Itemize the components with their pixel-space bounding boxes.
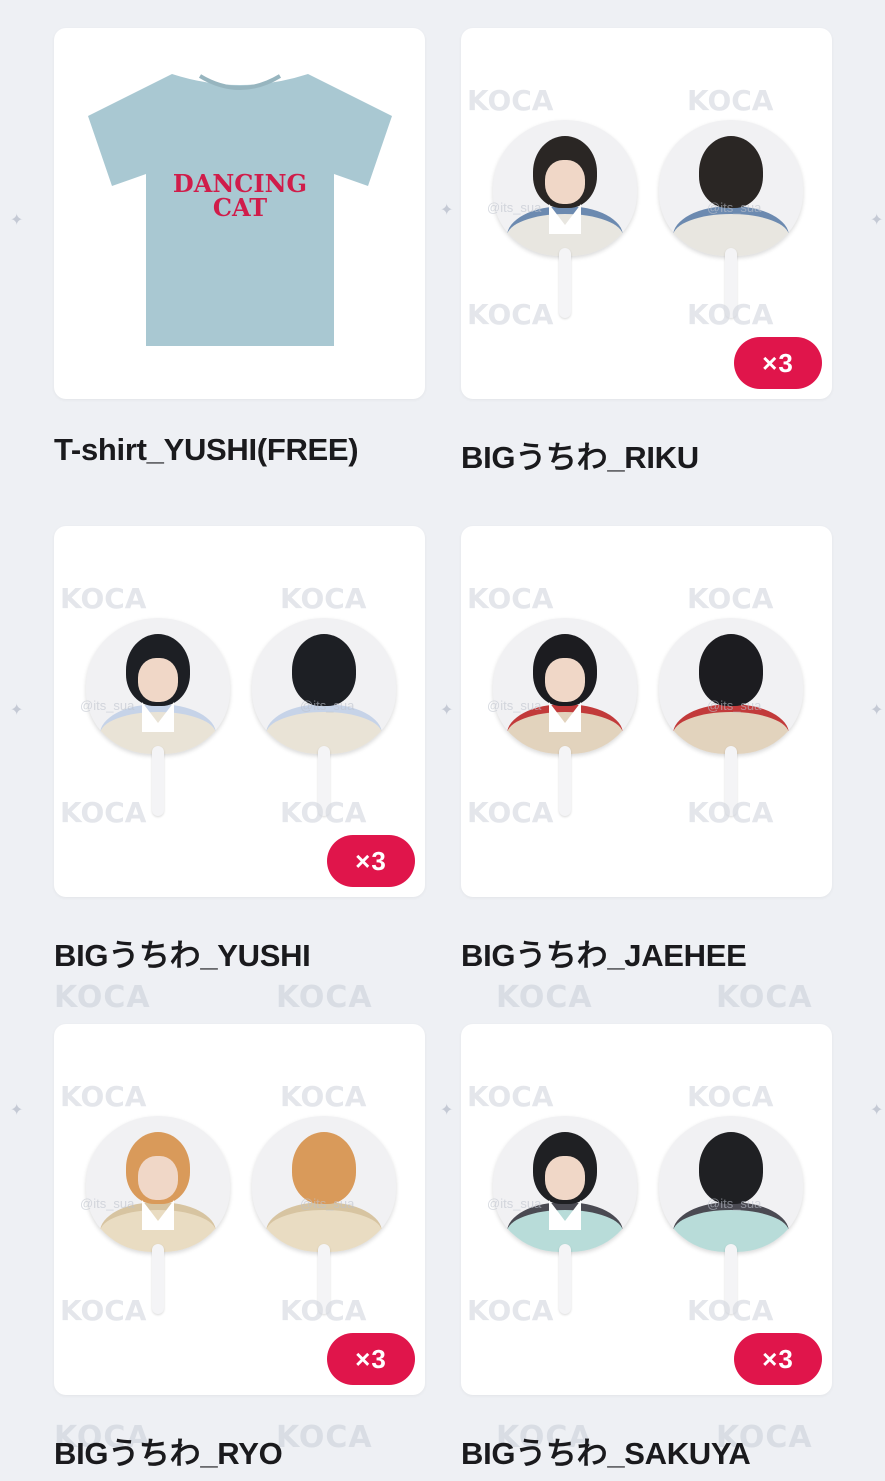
watermark-text: KOCA xyxy=(280,1080,367,1113)
watermark-text: KOCA xyxy=(687,298,774,331)
hair xyxy=(699,1132,763,1204)
sparkle-icon: ✦ xyxy=(10,212,24,229)
hair xyxy=(292,1132,356,1204)
face xyxy=(545,1156,585,1200)
fan-disc xyxy=(252,618,396,754)
quantity-badge: ×3 xyxy=(734,337,822,389)
fan-back-image xyxy=(659,1116,803,1316)
watermark-text: KOCA xyxy=(467,298,554,331)
fan-disc xyxy=(659,618,803,754)
product-image[interactable]: DANCING CAT xyxy=(54,28,425,399)
hair xyxy=(292,634,356,706)
watermark-handle: @its_sua xyxy=(300,1196,355,1211)
quantity-badge: ×3 xyxy=(327,1333,415,1385)
product-card[interactable]: DANCING CAT T-shirt_YUSHI(FREE) xyxy=(54,28,425,526)
tshirt-image: DANCING CAT xyxy=(88,74,392,346)
product-card[interactable]: KOCA KOCA KOCA KOCA @its_sua @its_sua ×3 BIGうち… xyxy=(54,526,425,1024)
product-name[interactable]: T-shirt_YUSHI(FREE) xyxy=(54,432,359,468)
sparkle-icon: ✦ xyxy=(10,1102,24,1119)
watermark-text: KOCA xyxy=(467,1080,554,1113)
face xyxy=(138,658,178,702)
hair xyxy=(699,136,763,208)
product-card[interactable]: KOCA KOCA KOCA KOCA @its_sua @its_sua ×3 BIGうち… xyxy=(54,1024,425,1481)
quantity-badge: ×3 xyxy=(327,835,415,887)
watermark-handle: @its_sua xyxy=(80,1196,135,1211)
watermark-handle: @its_sua xyxy=(707,698,762,713)
watermark-text: KOCA xyxy=(280,1294,367,1327)
fan-front-image xyxy=(86,618,230,818)
sparkle-icon: ✦ xyxy=(870,702,884,719)
product-name[interactable]: BIGうちわ_RYO xyxy=(54,1428,283,1473)
fan-handle xyxy=(559,1244,571,1314)
watermark-text: KOCA xyxy=(467,84,554,117)
product-image[interactable]: KOCA KOCA KOCA KOCA @its_sua @its_sua ×3 xyxy=(54,526,425,897)
fan-handle xyxy=(559,248,571,318)
face xyxy=(138,1156,178,1200)
shirt-print-line2: CAT xyxy=(213,193,267,222)
watermark-text: KOCA xyxy=(280,796,367,829)
face xyxy=(545,160,585,204)
watermark-handle: @its_sua xyxy=(487,1196,542,1211)
fan-disc xyxy=(86,618,230,754)
sparkle-icon: ✦ xyxy=(870,212,884,229)
fan-handle xyxy=(152,1244,164,1314)
product-name[interactable]: BIGうちわ_RIKU xyxy=(461,432,699,477)
watermark-text: KOCA xyxy=(687,84,774,117)
product-card[interactable]: KOCA KOCA KOCA KOCA @its_sua @its_sua ×3 BIGうち… xyxy=(461,1024,832,1481)
watermark-text: KOCA xyxy=(60,1294,147,1327)
fan-back-image xyxy=(659,618,803,818)
sparkle-icon: ✦ xyxy=(10,702,24,719)
fan-disc xyxy=(252,1116,396,1252)
fan-disc xyxy=(659,120,803,256)
product-card[interactable]: KOCA KOCA KOCA KOCA @its_sua @its_sua ×3 BIGうち… xyxy=(461,28,832,526)
fan-front-image xyxy=(493,1116,637,1316)
watermark-text: KOCA xyxy=(280,582,367,615)
watermark-text: KOCA xyxy=(467,582,554,615)
watermark-handle: @its_sua xyxy=(707,1196,762,1211)
fan-back-image xyxy=(659,120,803,320)
fan-handle xyxy=(152,746,164,816)
fan-disc xyxy=(86,1116,230,1252)
face xyxy=(545,658,585,702)
watermark-handle: @its_sua xyxy=(487,200,542,215)
sparkle-icon: ✦ xyxy=(870,1102,884,1119)
watermark-handle: @its_sua xyxy=(487,698,542,713)
fan-back-image xyxy=(252,1116,396,1316)
watermark-text: KOCA xyxy=(687,1080,774,1113)
watermark-text: KOCA xyxy=(60,1080,147,1113)
product-card[interactable]: KOCA KOCA KOCA KOCA @its_sua @its_sua BIGうちわ_… xyxy=(461,526,832,1024)
product-name[interactable]: BIGうちわ_JAEHEE xyxy=(461,930,747,975)
watermark-text: KOCA xyxy=(467,796,554,829)
product-image[interactable]: KOCA KOCA KOCA KOCA @its_sua @its_sua ×3 xyxy=(461,1024,832,1395)
quantity-badge: ×3 xyxy=(734,1333,822,1385)
watermark-handle: @its_sua xyxy=(80,698,135,713)
product-name[interactable]: BIGうちわ_YUSHI xyxy=(54,930,311,975)
watermark-text: KOCA xyxy=(60,582,147,615)
fan-disc xyxy=(493,1116,637,1252)
fan-back-image xyxy=(252,618,396,818)
product-grid: DANCING CAT T-shirt_YUSHI(FREE) KOCA KOCA… xyxy=(54,28,832,1481)
fan-disc xyxy=(493,618,637,754)
product-image[interactable]: KOCA KOCA KOCA KOCA @its_sua @its_sua ×3 xyxy=(54,1024,425,1395)
product-name[interactable]: BIGうちわ_SAKUYA xyxy=(461,1428,751,1473)
watermark-text: KOCA xyxy=(60,796,147,829)
watermark-text: KOCA xyxy=(687,582,774,615)
fan-disc xyxy=(659,1116,803,1252)
fan-handle xyxy=(559,746,571,816)
fan-disc xyxy=(493,120,637,256)
watermark-handle: @its_sua xyxy=(707,200,762,215)
hair xyxy=(699,634,763,706)
watermark-handle: @its_sua xyxy=(300,698,355,713)
product-image[interactable]: KOCA KOCA KOCA KOCA @its_sua @its_sua xyxy=(461,526,832,897)
fan-front-image xyxy=(493,618,637,818)
fan-front-image xyxy=(493,120,637,320)
watermark-text: KOCA xyxy=(687,796,774,829)
watermark-text: KOCA xyxy=(687,1294,774,1327)
product-image[interactable]: KOCA KOCA KOCA KOCA @its_sua @its_sua ×3 xyxy=(461,28,832,399)
fan-front-image xyxy=(86,1116,230,1316)
watermark-text: KOCA xyxy=(467,1294,554,1327)
